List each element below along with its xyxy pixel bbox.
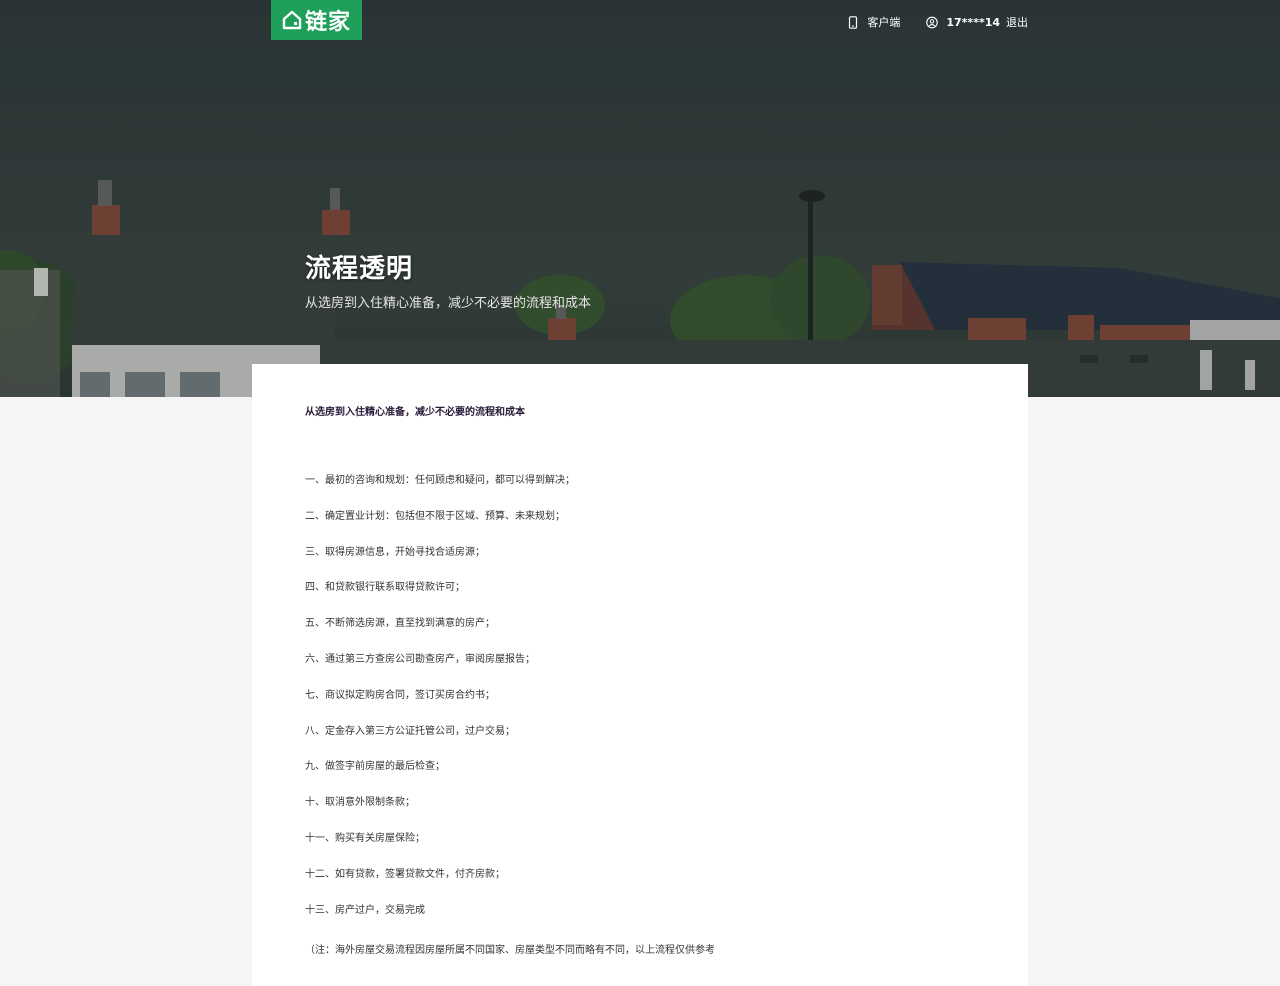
client-app-label: 客户端	[867, 16, 901, 29]
user-circle-icon	[926, 16, 939, 28]
process-step: 十一、购买有关房屋保险；	[305, 832, 425, 844]
process-step: 七、商议拟定购房合同，签订买房合约书；	[305, 689, 495, 701]
process-step: 八、定金存入第三方公证托管公司，过户交易；	[305, 725, 515, 737]
logo-text: 链家	[304, 10, 351, 35]
process-step: 十二、如有贷款，签署贷款文件，付齐房款；	[305, 868, 505, 880]
process-step: 六、通过第三方查房公司勘查房产，审阅房屋报告；	[305, 653, 535, 665]
user-account[interactable]: 17****14	[926, 16, 1006, 29]
content-card: 从选房到入住精心准备，减少不必要的流程和成本 一、最初的咨询和规划：任何顾虑和疑…	[252, 364, 1028, 986]
client-app-link[interactable]: 客户端	[847, 14, 900, 30]
process-step: 一、最初的咨询和规划：任何顾虑和疑问，都可以得到解决；	[305, 475, 575, 486]
process-step: 十、取消意外限制条款；	[305, 797, 415, 809]
house-icon	[282, 10, 302, 30]
process-step: 四、和贷款银行联系取得贷款许可；	[305, 582, 465, 594]
process-steps-list: 一、最初的咨询和规划：任何顾虑和疑问，都可以得到解决； 二、确定置业计划：包括但…	[305, 475, 575, 940]
hero-subtitle: 从选房到入住精心准备，减少不必要的流程和成本	[305, 296, 592, 311]
phone-icon	[849, 15, 858, 29]
process-step: 五、不断筛选房源，直至找到满意的房产；	[305, 618, 495, 630]
logout-link[interactable]: 退出	[1006, 14, 1028, 30]
hero-banner: 链家 客户端 17****14 退出 流程透明 从选房到入住精心准备，减少不必要…	[0, 0, 1280, 397]
process-step: 九、做签字前房屋的最后检查；	[305, 761, 445, 773]
user-name: 17****14	[946, 15, 1000, 29]
process-step: 十三、房产过户，交易完成	[305, 904, 425, 916]
hero-title: 流程透明	[305, 254, 414, 284]
content-heading: 从选房到入住精心准备，减少不必要的流程和成本	[305, 407, 525, 418]
process-step: 二、确定置业计划：包括但不限于区域、预算、未来规划；	[305, 510, 565, 522]
page: 链家 客户端 17****14 退出 流程透明 从选房到入住精心准备，减少不必要…	[0, 0, 1280, 986]
hero-background-image	[0, 0, 1280, 397]
logo[interactable]: 链家	[271, 0, 362, 40]
top-nav: 客户端 17****14 退出	[847, 14, 1028, 30]
disclaimer-note: （注：海外房屋交易流程因房屋所属不同国家、房屋类型不同而略有不同，以上流程仅供参…	[305, 945, 715, 956]
process-step: 三、取得房源信息，开始寻找合适房源；	[305, 546, 485, 558]
